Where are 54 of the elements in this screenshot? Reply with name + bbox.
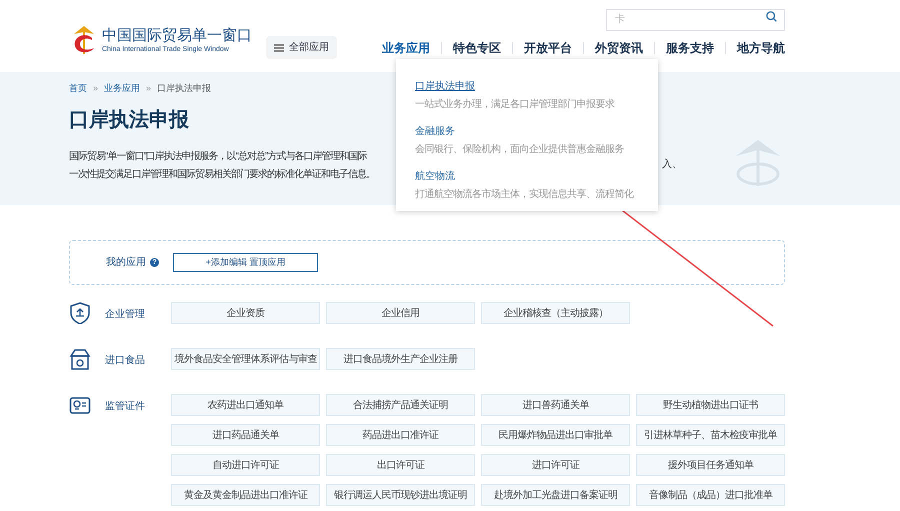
app-button[interactable]: 境外食品安全管理体系评估与审查	[171, 348, 320, 370]
app-button[interactable]: 音像制品（成品）进口批准单	[636, 484, 785, 506]
menu-item-description: 会同银行、保险机构，面向企业提供普惠金融服务	[415, 142, 625, 157]
app-button[interactable]: 进口兽药通关单	[481, 394, 630, 416]
nav-link[interactable]: 服务支持	[666, 39, 714, 57]
app-button[interactable]: 农药进出口通知单	[171, 394, 320, 416]
intro-text: 入、	[662, 158, 682, 172]
nav-link[interactable]: 地方导航	[737, 39, 785, 57]
app-button[interactable]: 企业信用	[326, 302, 475, 324]
breadcrumb-current: 口岸执法申报	[157, 82, 212, 94]
all-apps-button[interactable]: 全部应用	[266, 36, 337, 59]
breadcrumb-link[interactable]: 首页	[69, 82, 87, 94]
app-button[interactable]: 引进林草种子、苗木检疫审批单	[636, 424, 785, 446]
intro-text: 国际贸易“单一窗口”口岸执法申报服务，以“总对总”方式与各口岸管理和国际	[69, 150, 366, 164]
menu-item[interactable]: 金融服务	[415, 124, 455, 139]
menu-item[interactable]: 航空物流	[415, 169, 455, 184]
app-button[interactable]: 合法捕捞产品通关证明	[326, 394, 475, 416]
shield-icon	[69, 302, 91, 324]
menu-item-description: 一站式业务办理，满足各口岸管理部门申报要求	[415, 98, 616, 112]
app-button[interactable]: 民用爆炸物品进出口审批单	[481, 424, 630, 446]
search-field[interactable]: 卡	[606, 8, 785, 30]
breadcrumb-link[interactable]: 业务应用	[104, 82, 140, 94]
category-label: 企业管理	[105, 308, 146, 322]
logo-title: 中国国际贸易单一窗口	[102, 27, 252, 45]
app-button[interactable]: 进口药品通关单	[171, 424, 320, 446]
app-button[interactable]: 出口许可证	[326, 454, 475, 476]
nav-link[interactable]: 外贸资讯	[595, 39, 643, 57]
nav-link[interactable]: 开放平台	[524, 39, 572, 57]
app-button[interactable]: 药品进出口准许证	[326, 424, 475, 446]
app-button[interactable]: 进口食品境外生产企业注册	[326, 348, 475, 370]
nav-link[interactable]: 特色专区	[453, 39, 501, 57]
app-button[interactable]: 援外项目任务通知单	[636, 454, 785, 476]
category-label: 监管证件	[105, 400, 146, 414]
breadcrumb-separator: »	[146, 82, 152, 94]
app-button[interactable]: 野生动植物进出口证书	[636, 394, 785, 416]
app-button[interactable]: 黄金及黄金制品进出口准许证	[171, 484, 320, 506]
page-title: 口岸执法申报	[69, 108, 189, 132]
add-apps-button[interactable]: +添加编辑 置顶应用	[173, 253, 318, 272]
app-button[interactable]: 赴境外加工光盘进口备案证明	[481, 484, 630, 506]
nav-link[interactable]: 业务应用	[382, 39, 430, 57]
app-button[interactable]: 自动进口许可证	[171, 454, 320, 476]
menu-item[interactable]: 口岸执法申报	[415, 79, 475, 94]
my-apps-label: 我的应用	[106, 256, 146, 270]
breadcrumb-separator: »	[93, 82, 98, 94]
storefront-icon	[69, 348, 91, 370]
app-button[interactable]: 进口许可证	[481, 454, 630, 476]
app-button[interactable]: 企业稽核查（主动披露）	[481, 302, 630, 324]
app-button[interactable]: 企业资质	[171, 302, 320, 324]
search-icon	[766, 11, 777, 22]
app-button[interactable]: 银行调运人民币现钞进出境证明	[326, 484, 475, 506]
intro-text: 一次性提交满足口岸管理和国际贸易相关部门要求的标准化单证和电子信息。	[69, 168, 375, 182]
menu-icon	[274, 44, 284, 52]
category-label: 进口食品	[105, 354, 146, 368]
menu-item-description: 打通航空物流各市场主体，实现信息共享、流程简化	[415, 188, 635, 202]
